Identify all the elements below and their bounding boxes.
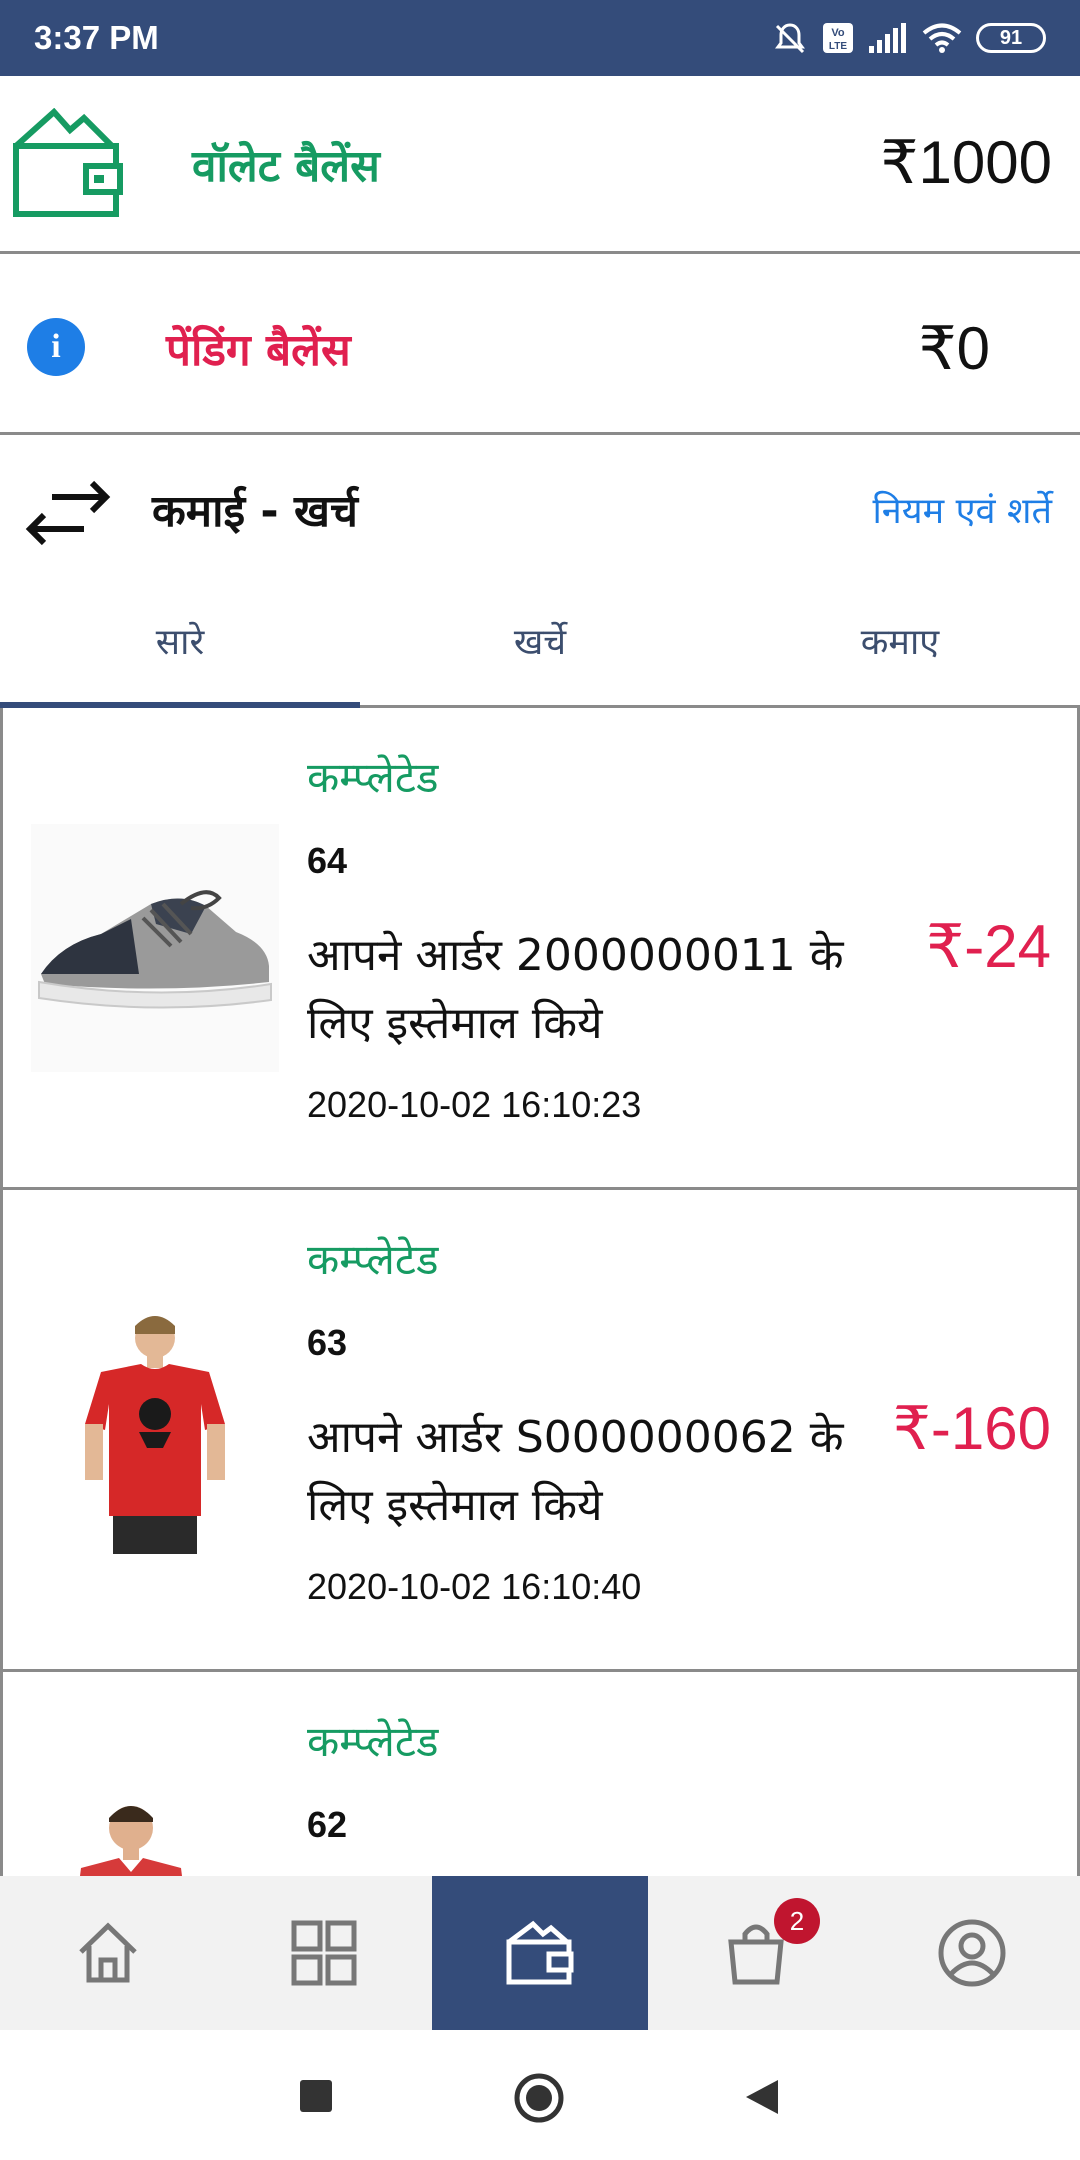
battery-icon: 91: [976, 23, 1046, 53]
transaction-status: कम्प्लेटेड: [307, 1235, 439, 1284]
nav-cart[interactable]: 2: [648, 1876, 864, 2030]
transaction-date: 2020-10-02 16:10:40: [307, 1566, 642, 1607]
nav-wallet[interactable]: [432, 1876, 648, 2030]
categories-icon: [291, 1920, 357, 1986]
svg-text:Vo: Vo: [831, 27, 845, 39]
sneaker-image: [31, 824, 279, 1072]
pending-balance-amount: ₹0: [918, 315, 990, 382]
transaction-tabs: सारे खर्चे कमाए: [0, 575, 1080, 708]
status-time: 3:37 PM: [34, 19, 159, 56]
transaction-card[interactable]: कम्प्लेटेड 64 आपने आर्डर 2000000011 के ल…: [0, 708, 1080, 1190]
swap-arrows-icon: [25, 480, 111, 546]
volte-icon: Vo LTE: [823, 23, 853, 53]
pending-balance-row: i पेंडिंग बैलेंस ₹0: [0, 254, 1080, 435]
wallet-balance-amount: ₹1000: [880, 129, 1052, 196]
wifi-icon: [922, 23, 962, 53]
tab-spent[interactable]: खर्चे: [360, 575, 720, 705]
wallet-balance-label: वॉलेट बैलेंस: [192, 141, 380, 192]
transaction-description: आपने आर्डर S000000062 के लिए इस्तेमाल कि…: [307, 1412, 844, 1531]
status-icons: Vo LTE 91: [772, 20, 1046, 56]
home-icon: [79, 1922, 137, 1983]
tab-all[interactable]: सारे: [0, 575, 360, 708]
profile-icon: [938, 1919, 1006, 1987]
nav-home[interactable]: [0, 1876, 216, 2030]
transaction-amount: ₹-160: [892, 1395, 1051, 1462]
earn-spend-title: कमाई - खर्च: [152, 486, 358, 537]
nav-profile[interactable]: [864, 1876, 1080, 2030]
recents-button[interactable]: [298, 2078, 334, 2114]
signal-icon: [869, 23, 906, 53]
wallet-balance-row: वॉलेट बैलेंस ₹1000: [0, 76, 1080, 254]
transaction-date: 2020-10-02 16:10:23: [307, 1084, 642, 1125]
status-bar: 3:37 PM Vo LTE 91: [0, 0, 1080, 76]
transaction-description: आपने आर्डर 2000000011 के लिए इस्तेमाल कि…: [307, 930, 844, 1049]
pending-balance-label: पेंडिंग बैलेंस: [166, 325, 351, 376]
system-nav-bar: [0, 2030, 1080, 2160]
transaction-card[interactable]: कम्प्लेटेड 62: [0, 1672, 1080, 1876]
back-button[interactable]: [744, 2078, 780, 2116]
bottom-nav: 2: [0, 1876, 1080, 2030]
earn-spend-header: कमाई - खर्च नियम एवं शर्ते: [0, 435, 1080, 575]
terms-link[interactable]: नियम एवं शर्ते: [872, 485, 1052, 534]
transaction-id: 64: [307, 840, 348, 881]
transaction-id: 63: [307, 1322, 348, 1363]
mute-icon: [775, 23, 805, 54]
transaction-status: कम्प्लेटेड: [307, 1717, 439, 1766]
wallet-icon: [506, 1920, 574, 1985]
red-tshirt-image: [31, 1306, 279, 1554]
transaction-list[interactable]: कम्प्लेटेड 64 आपने आर्डर 2000000011 के ल…: [0, 708, 1080, 1876]
transaction-card[interactable]: कम्प्लेटेड 63 आपने आर्डर S000000062 के ल…: [0, 1190, 1080, 1672]
info-icon[interactable]: i: [27, 318, 85, 376]
svg-text:LTE: LTE: [829, 41, 847, 52]
transaction-status: कम्प्लेटेड: [307, 753, 439, 802]
red-polo-image: [31, 1788, 279, 1876]
transaction-amount: ₹-24: [926, 913, 1051, 980]
wallet-icon: [13, 108, 123, 217]
nav-categories[interactable]: [216, 1876, 432, 2030]
cart-badge: 2: [774, 1898, 820, 1944]
home-button[interactable]: [513, 2072, 565, 2124]
tab-earned[interactable]: कमाए: [720, 575, 1080, 705]
transaction-id: 62: [307, 1804, 348, 1845]
